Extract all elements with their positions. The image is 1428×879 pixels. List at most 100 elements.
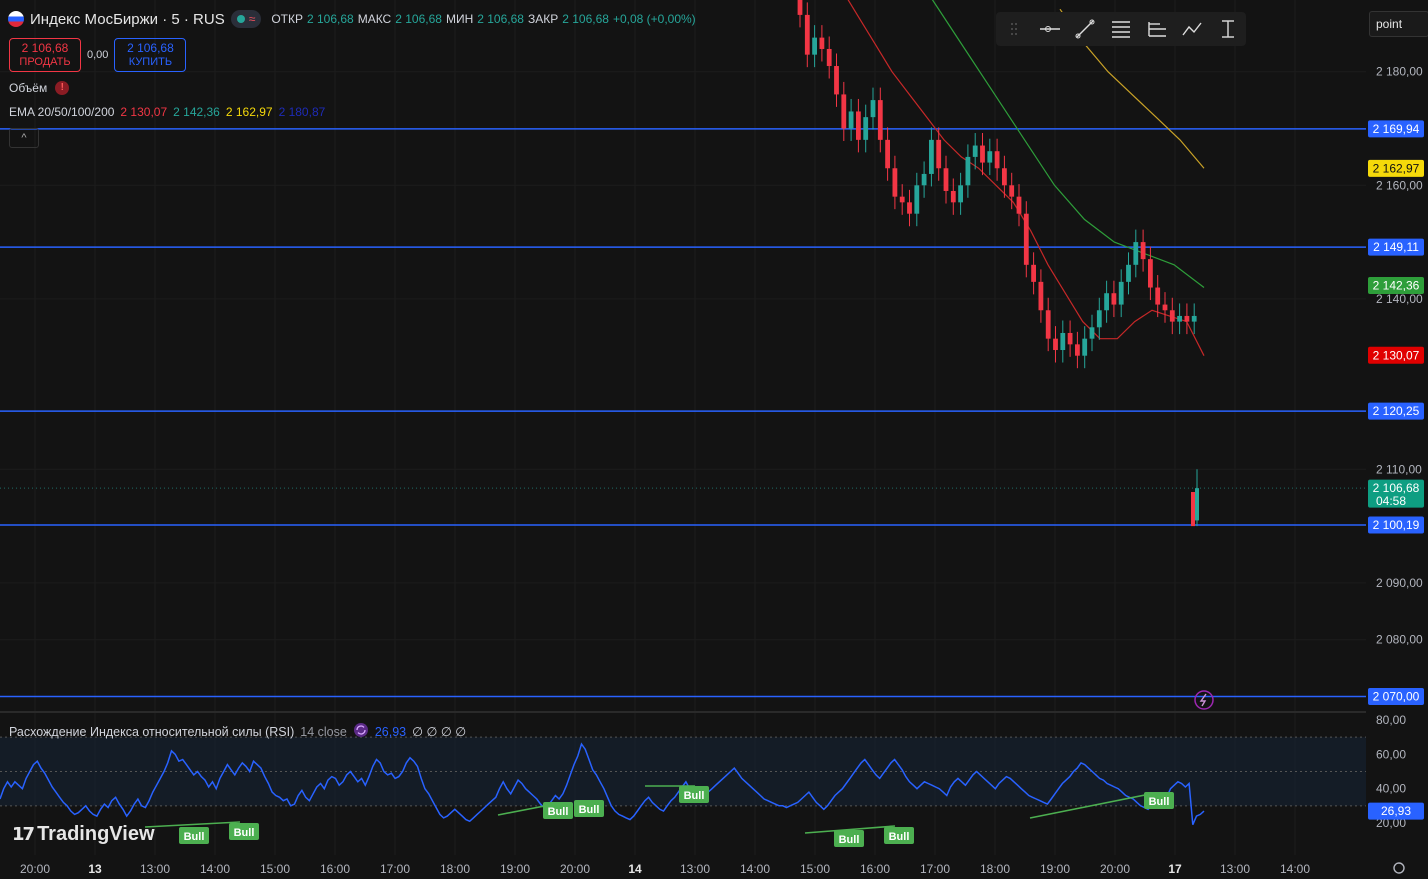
- time-tick: 19:00: [500, 862, 530, 876]
- time-tick: 14:00: [200, 862, 230, 876]
- candle-body: [870, 100, 876, 118]
- price-tag-text: 2 070,00: [1373, 690, 1420, 704]
- buy-label: КУПИТЬ: [128, 56, 173, 68]
- candle-body: [1162, 304, 1168, 311]
- drag-handle-icon[interactable]: [1001, 16, 1027, 42]
- candles: [797, 0, 1199, 527]
- buy-price: 2 106,68: [127, 41, 174, 55]
- bull-label: Bull: [1144, 792, 1174, 809]
- chart-canvas[interactable]: Bull Bull Bull Bull Bull Bull Bull Bull 2 180,0…: [0, 0, 1428, 879]
- bull-text: Bull: [548, 806, 569, 818]
- market-status[interactable]: ≈: [230, 10, 262, 28]
- sell-button[interactable]: 2 106,68 ПРОДАТЬ: [9, 38, 81, 72]
- price-tag-text: 2 142,36: [1373, 278, 1420, 292]
- long-short-icon[interactable]: [1144, 16, 1170, 42]
- price-tag-text: 2 162,97: [1373, 161, 1420, 175]
- trade-panel: 2 106,68 ПРОДАТЬ 0,00 2 106,68 КУПИТЬ: [9, 38, 187, 72]
- sell-label: ПРОДАТЬ: [19, 56, 71, 68]
- candle-body: [929, 139, 934, 174]
- rsi-tick: 80,00: [1376, 713, 1406, 727]
- candle-body: [1148, 259, 1153, 288]
- candle-body: [914, 185, 920, 214]
- candle-body: [1155, 287, 1161, 305]
- candle-body: [943, 168, 949, 191]
- bull-text: Bull: [579, 804, 600, 816]
- rsi-title: Расхождение Индекса относительной силы (…: [9, 724, 295, 739]
- symbol-search-input[interactable]: point: [1369, 11, 1428, 37]
- bull-text: Bull: [839, 834, 860, 846]
- collapse-legend-button[interactable]: ^: [9, 128, 39, 148]
- symbol-title[interactable]: Индекс МосБиржи · 5 · RUS: [30, 11, 225, 28]
- time-tick: 15:00: [260, 862, 290, 876]
- horizontal-ray-icon[interactable]: [1037, 16, 1063, 42]
- time-tick: 20:00: [560, 862, 590, 876]
- open-value: 2 106,68: [306, 12, 354, 26]
- candle-body: [921, 173, 927, 186]
- bull-label: Bull: [229, 823, 259, 840]
- price-axis[interactable]: 2 180,00 2 160,00 2 140,00 2 110,00 2 090,00…: [1366, 0, 1428, 879]
- price-tag: 2 070,00: [1368, 688, 1424, 705]
- trend-line-icon[interactable]: [1072, 16, 1098, 42]
- last-candle-prev: [1191, 492, 1195, 527]
- candle-body: [987, 151, 993, 163]
- ema100-value: 2 162,97: [225, 105, 273, 119]
- refresh-icon[interactable]: [353, 722, 369, 741]
- candle-body: [841, 94, 847, 129]
- candle-body: [826, 48, 832, 67]
- candle-body: [1089, 327, 1095, 339]
- price-tag-text: 2 106,68: [1373, 481, 1420, 495]
- candle-body: [1118, 281, 1124, 305]
- time-tick: 14: [628, 862, 642, 876]
- measure-icon[interactable]: [1215, 16, 1241, 42]
- high-key: МАКС: [357, 12, 392, 26]
- candle-body: [1002, 168, 1007, 186]
- ema200-value: 2 180,87: [278, 105, 326, 119]
- fib-icon[interactable]: [1108, 16, 1134, 42]
- rsi-legend[interactable]: Расхождение Индекса относительной силы (…: [9, 722, 466, 741]
- alert-icon: [1194, 690, 1214, 710]
- candle-body: [1023, 213, 1029, 265]
- price-tag: 2 142,36: [1368, 276, 1424, 294]
- time-tick: 16:00: [860, 862, 890, 876]
- time-tick: 13:00: [680, 862, 710, 876]
- candle-body: [819, 37, 825, 49]
- change-value: +0,08 (+0,00%): [612, 12, 696, 26]
- candle-body: [1133, 242, 1139, 265]
- bull-text: Bull: [684, 790, 705, 802]
- time-tick: 20:00: [20, 862, 50, 876]
- candle-body: [848, 111, 854, 129]
- rsi-tag: 26,93: [1368, 802, 1424, 820]
- volume-label: Объём: [9, 81, 48, 95]
- candle-body: [877, 100, 883, 140]
- delay-icon: ≈: [248, 12, 256, 26]
- price-tag: 2 120,25: [1368, 402, 1424, 420]
- bull-text: Bull: [889, 831, 910, 843]
- candle-body: [980, 145, 985, 163]
- bull-label: Bull: [574, 800, 604, 817]
- candle-body: [936, 139, 942, 169]
- bull-label: Bull: [543, 802, 573, 819]
- ohlc-values: ОТКР 2 106,68 МАКС 2 106,68 МИН 2 106,68 ЗА…: [271, 12, 695, 26]
- point-text: point: [1376, 17, 1403, 31]
- rsi-params: 14 close: [300, 724, 347, 739]
- spread-value: 0,00: [87, 49, 109, 61]
- time-tick: 18:00: [440, 862, 470, 876]
- tradingview-logo[interactable]: 𝟭𝟳 TradingView: [12, 823, 155, 846]
- time-axis[interactable]: 20:00 13 13:00 14:00 15:00 16:00 17:00 18:00 19:…: [0, 856, 1428, 879]
- rsi-tick: 60,00: [1376, 747, 1406, 761]
- price-tick: 2 160,00: [1376, 178, 1423, 192]
- divergence-line: [144, 821, 241, 828]
- price-tick: 2 180,00: [1376, 65, 1423, 79]
- chevron-up-icon: ^: [21, 132, 27, 144]
- price-tag: 2 130,07: [1368, 346, 1424, 364]
- ema-legend[interactable]: EMA 20/50/100/200 2 130,07 2 142,36 2 16…: [9, 105, 325, 119]
- volume-legend[interactable]: Объём !: [9, 81, 70, 95]
- candle-body: [856, 111, 861, 140]
- candle-body: [972, 145, 978, 157]
- warning-icon[interactable]: !: [55, 81, 70, 95]
- time-tick: 18:00: [980, 862, 1010, 876]
- path-icon[interactable]: [1179, 16, 1205, 42]
- candle-body: [885, 139, 890, 169]
- price-tick: 2 090,00: [1376, 576, 1423, 590]
- buy-button[interactable]: 2 106,68 КУПИТЬ: [114, 38, 187, 72]
